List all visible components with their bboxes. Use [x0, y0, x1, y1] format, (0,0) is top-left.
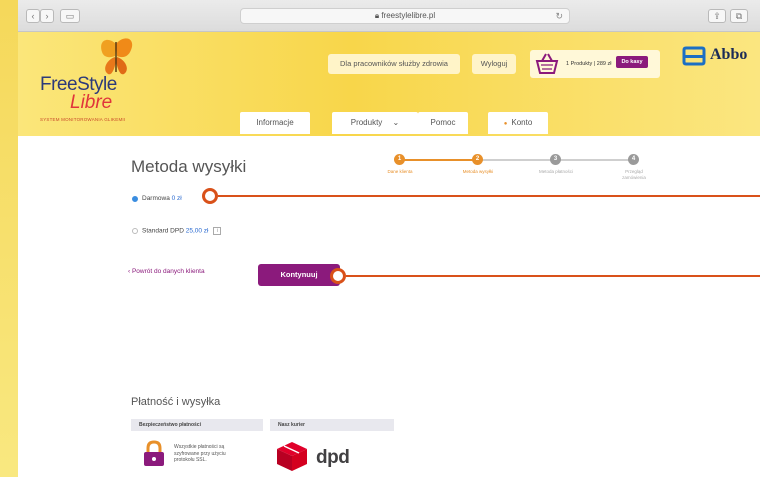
courier-name: dpd [316, 447, 350, 468]
shipping-free-price: 0 zł [171, 195, 182, 202]
abbott-brand[interactable]: Abbo [710, 46, 747, 64]
sidebar-toggle-button[interactable]: ▭ [60, 9, 80, 23]
reload-icon[interactable]: ↻ [555, 9, 563, 23]
step-1-marker: 1 [394, 154, 405, 165]
health-pros-link[interactable]: Dla pracowników służby zdrowia [328, 54, 460, 74]
nav-tab-info[interactable]: Informacje [240, 112, 310, 134]
courier-heading: Nasz kurier [270, 419, 394, 431]
info-icon[interactable]: i [213, 227, 222, 235]
back-to-customer-link[interactable]: ‹ Powrót do danych klienta [128, 268, 205, 275]
browser-toolbar: ‹ › ▭ 🔒︎ freestylelibre.pl ↻ ⇪ ⧉ [18, 0, 760, 32]
continue-button[interactable]: Kontynuuj [258, 264, 340, 286]
shipping-dpd-price: 25,00 zł [185, 227, 209, 235]
shipping-free-label[interactable]: Darmowa 0 zł [142, 195, 182, 202]
shipping-free-name: Darmowa [142, 195, 170, 202]
tabs-button[interactable]: ⧉ [730, 9, 748, 23]
ssl-description: Wszystkie płatności są szyfrowane przy u… [174, 444, 226, 463]
payment-shipping-heading: Płatność i wysyłka [131, 396, 221, 408]
annotation-line-2 [346, 275, 760, 277]
basket-icon[interactable] [534, 52, 560, 76]
checkout-button[interactable]: Do kasy [616, 56, 648, 68]
chevron-down-icon: ⌄ [392, 118, 400, 127]
nav-tab-account[interactable]: ● Konto [488, 112, 548, 134]
nav-tab-help[interactable]: Pomoc [418, 112, 468, 134]
account-icon: ● [503, 121, 508, 127]
page-title: Metoda wysyłki [131, 157, 247, 176]
share-button[interactable]: ⇪ [708, 9, 726, 23]
progress-line-done [400, 159, 478, 161]
nav-tab-products[interactable]: Produkty ⌄ [332, 112, 418, 134]
cart-summary: 1 Produkty | 289 zł [566, 61, 612, 67]
secure-payment-heading: Bezpieczeństwo płatności [131, 419, 263, 431]
shipping-free-radio[interactable] [132, 196, 138, 202]
shipping-dpd-label[interactable]: Standard DPD 25,00 zł i [142, 227, 222, 235]
shipping-dpd-radio[interactable] [132, 228, 138, 234]
url-text: freestylelibre.pl [381, 11, 436, 20]
step-3-marker: 3 [550, 154, 561, 165]
step-4-label: Przegląd zamówienia [622, 169, 646, 180]
annotation-line-1 [218, 195, 760, 197]
step-4-marker: 4 [628, 154, 639, 165]
back-nav-button[interactable]: ‹ [26, 9, 40, 23]
logo-tagline: SYSTEM MONITOROWANIA GLIKEMII [40, 117, 126, 122]
browser-window: ‹ › ▭ 🔒︎ freestylelibre.pl ↻ ⇪ ⧉ FreeSty… [18, 0, 760, 477]
logo-libre[interactable]: Libre [70, 92, 112, 114]
annotation-marker-1 [202, 188, 218, 204]
annotation-marker-2 [330, 268, 346, 284]
step-1-label: Dane klienta [387, 169, 413, 174]
step-2-marker: 2 [472, 154, 483, 165]
dpd-cube-icon [277, 442, 307, 471]
step-3-label: Metoda płatności [538, 169, 574, 174]
forward-nav-button[interactable]: › [40, 9, 54, 23]
nav-tab-account-label: Konto [511, 118, 533, 127]
shipping-dpd-name: Standard DPD [142, 227, 184, 235]
abbott-logo-icon [682, 46, 706, 66]
padlock-icon [144, 440, 164, 466]
nav-tab-products-label: Produkty [350, 118, 383, 127]
logout-link[interactable]: Wyloguj [472, 54, 516, 74]
address-bar[interactable]: 🔒︎ freestylelibre.pl ↻ [240, 8, 570, 24]
step-2-label: Metoda wysyłki [462, 169, 494, 174]
background-edge [0, 0, 18, 477]
